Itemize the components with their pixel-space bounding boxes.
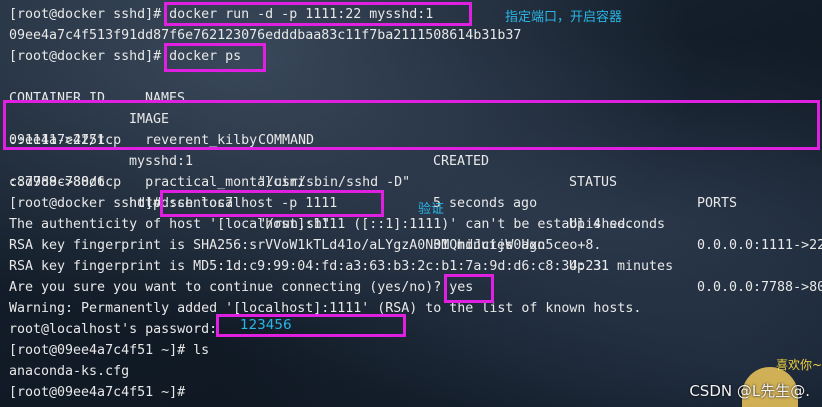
ps-cell: 0.0.0.0:7788->80 — [697, 280, 822, 295]
terminal-line: root@localhost's password: — [9, 322, 218, 337]
terminal-line: Are you sure you want to continue connec… — [9, 280, 474, 295]
highlight-container-row — [3, 100, 820, 150]
annotation-verify-note: 验证 — [418, 202, 445, 217]
highlight-ps-command — [164, 43, 266, 72]
ps-row: c8d9d9c788d6 httpd:centos7 "/run.sh" 31 … — [0, 151, 822, 295]
annotation-run-note: 指定端口，开启容器 — [505, 10, 623, 25]
terminal-line: RSA key fingerprint is SHA256:srVVoW1kTL… — [9, 238, 602, 253]
terminal-line: anaconda-ks.cfg — [9, 364, 130, 379]
ps-header-cell: STATUS — [569, 175, 618, 190]
terminal-line: [root@09ee4a7c4f51 ~]# ls — [9, 343, 210, 358]
terminal-output[interactable]: [root@docker sshd]# docker run -d -p 111… — [0, 0, 822, 407]
highlight-yes-answer — [444, 274, 494, 303]
ps-header-cell: PORTS — [697, 196, 738, 211]
ps-cell: 0.0.0.0:1111->22 — [697, 238, 822, 253]
csdn-watermark: CSDN @L先生@. — [689, 382, 810, 400]
terminal-line: The authenticity of host '[localhost]:11… — [9, 217, 634, 232]
terminal-line: [root@09ee4a7c4f51 ~]# — [9, 385, 186, 400]
ps-cell: 5 seconds ago — [433, 196, 538, 211]
typed-password-text: 123456 — [240, 317, 292, 333]
highlight-run-command — [164, 2, 472, 26]
terminal-line: RSA key fingerprint is MD5:1d:c9:99:04:f… — [9, 259, 610, 274]
sticker-caption: 喜欢你~ — [775, 358, 822, 372]
highlight-ssh-command — [160, 190, 384, 217]
ps-header-row: CONTAINER ID IMAGE COMMAND CREATED STATU… — [0, 67, 822, 211]
